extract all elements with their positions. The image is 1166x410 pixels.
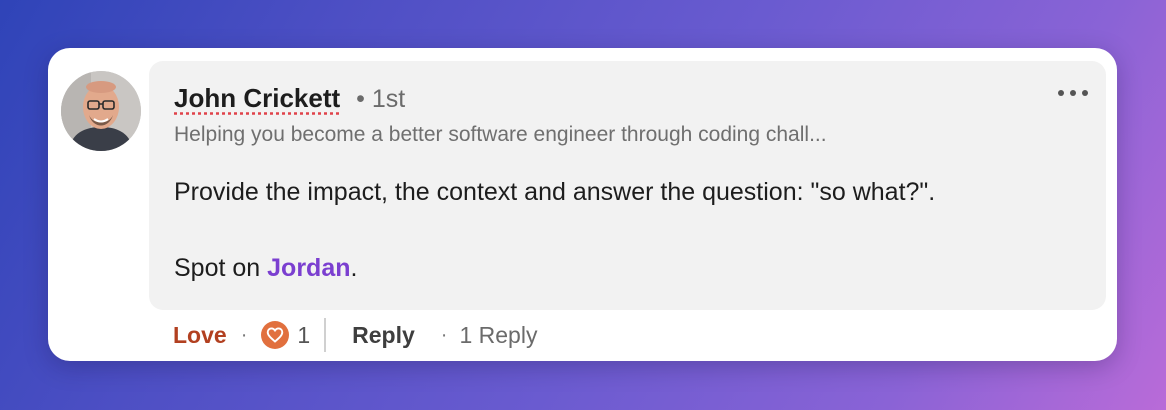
reply-button[interactable]: Reply [352, 322, 415, 349]
replies-link[interactable]: 1 Reply [459, 322, 537, 349]
comment-line-2: Spot on Jordan. [174, 249, 935, 287]
heart-icon[interactable] [261, 321, 290, 349]
author-name[interactable]: John Crickett [174, 83, 340, 114]
comment-bubble: John Crickett • 1st Helping you become a… [149, 61, 1106, 310]
separator-dot: · [240, 323, 248, 346]
action-divider [324, 318, 327, 352]
reaction-count[interactable]: 1 [297, 322, 310, 349]
comment-line-1: Provide the impact, the context and answ… [174, 178, 936, 206]
ellipsis-icon [1070, 90, 1076, 96]
avatar[interactable] [61, 71, 141, 151]
author-row: John Crickett • 1st [174, 83, 405, 114]
separator-dot: · [440, 323, 448, 346]
profile-photo-icon [61, 71, 141, 151]
more-options-button[interactable] [1058, 85, 1088, 101]
ellipsis-icon [1058, 90, 1064, 96]
comment-line-2-suffix: . [350, 254, 358, 282]
comment-text: Provide the impact, the context and answ… [174, 173, 935, 287]
love-button[interactable]: Love [173, 322, 227, 349]
ellipsis-icon [1082, 90, 1088, 96]
author-headline: Helping you become a better software eng… [174, 123, 827, 146]
comment-line-2-prefix: Spot on [174, 254, 268, 282]
comment-actions: Love · 1 Reply · 1 Reply [173, 318, 537, 352]
mention-link[interactable]: Jordan [267, 254, 350, 282]
connection-degree: • 1st [356, 85, 406, 113]
comment-card: John Crickett • 1st Helping you become a… [48, 48, 1117, 361]
